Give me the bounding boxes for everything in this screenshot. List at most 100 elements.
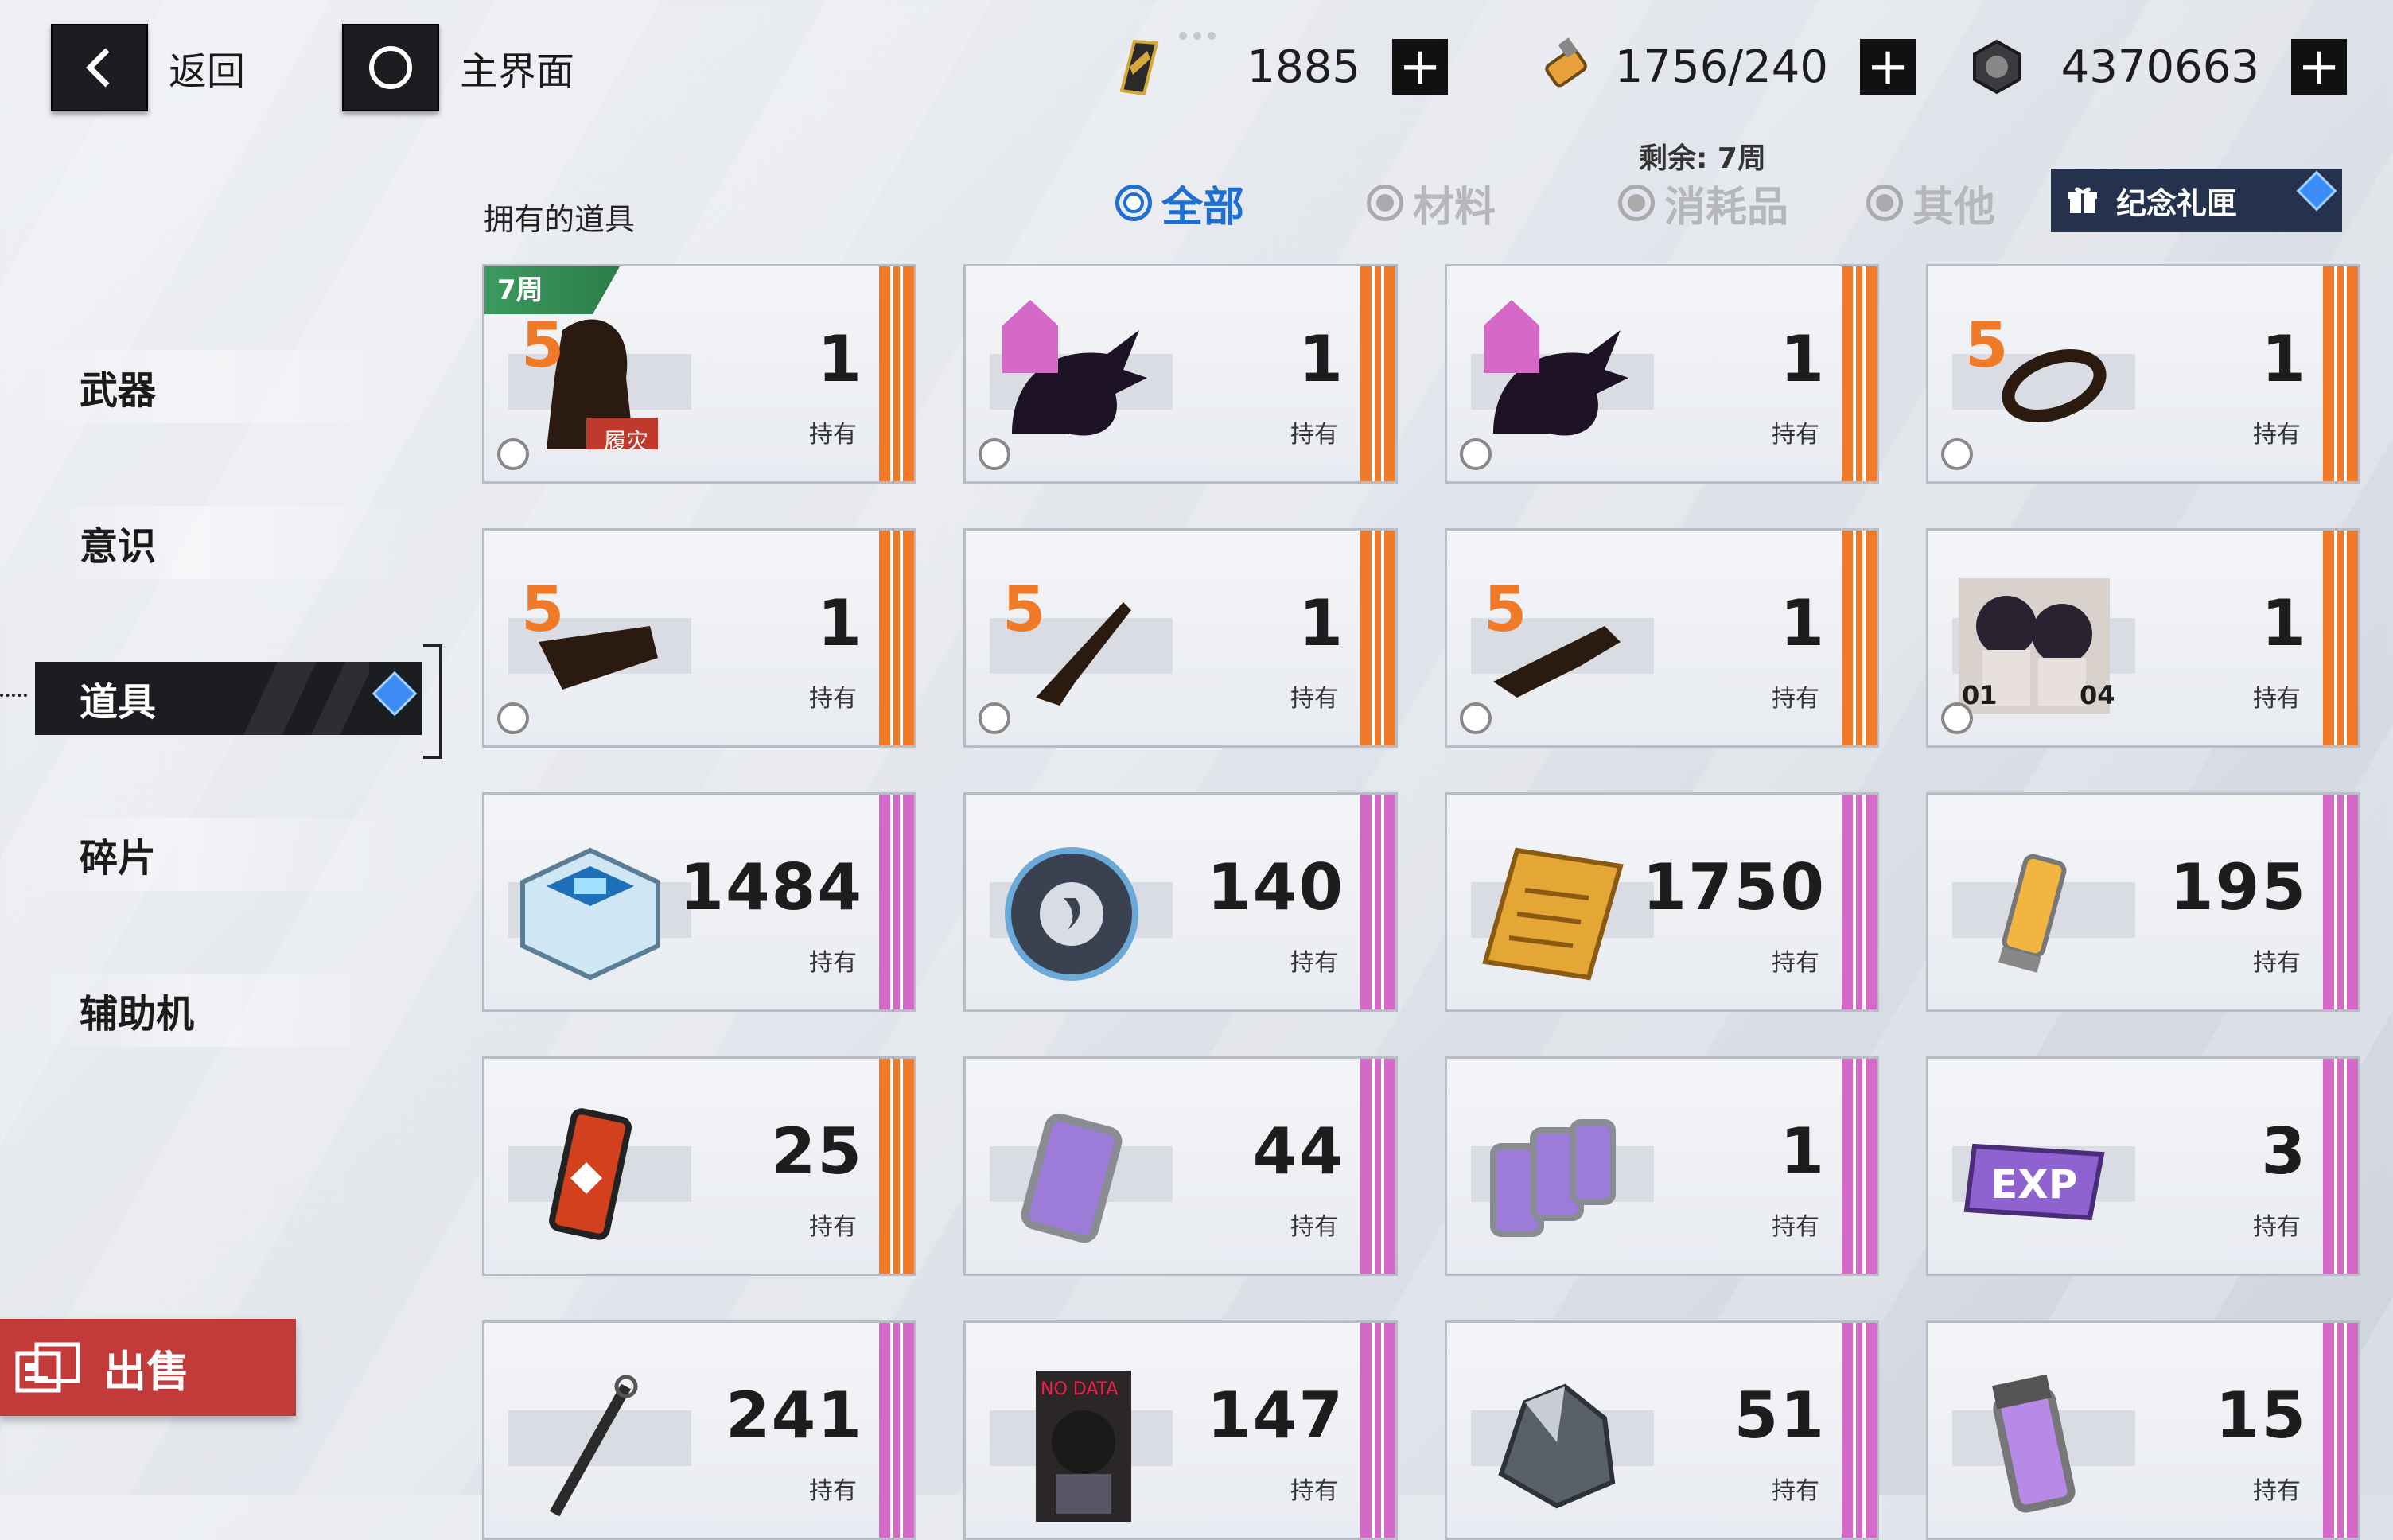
select-checkbox[interactable]	[1460, 438, 1492, 470]
item-card[interactable]: 25 持有	[482, 1056, 916, 1276]
rarity-band	[1360, 531, 1395, 745]
gift-icon	[2068, 187, 2097, 213]
black-card-icon	[1106, 35, 1169, 99]
add-black-card-button[interactable]: +	[1392, 39, 1448, 95]
select-checkbox[interactable]	[979, 702, 1010, 734]
select-checkbox[interactable]	[497, 702, 529, 734]
exp-card-icon: EXP	[1951, 1091, 2118, 1258]
select-checkbox[interactable]	[979, 438, 1010, 470]
select-checkbox[interactable]	[1941, 438, 1973, 470]
item-card[interactable]: 51持有	[1445, 528, 1879, 748]
resource-value: 1885	[1247, 41, 1360, 93]
sell-icon	[15, 1342, 80, 1393]
radio-icon	[1115, 185, 1152, 221]
sidebar-item-pets[interactable]: 辅助机	[35, 974, 417, 1047]
select-checkbox[interactable]	[497, 438, 529, 470]
hold-label: 持有	[809, 685, 857, 713]
sidebar-item-fragments[interactable]: 碎片	[35, 818, 417, 891]
hold-label: 持有	[1290, 421, 1338, 449]
remaining-time: 剩余: 7周	[1639, 142, 1766, 175]
gift-label: 纪念礼匣	[2116, 185, 2238, 221]
sidebar-item-items[interactable]: 道具	[35, 662, 422, 735]
purple-exp-cylinder-icon	[988, 1091, 1155, 1258]
rank-s-icon: 5	[521, 310, 565, 382]
hold-label: 持有	[2253, 421, 2301, 449]
owned-items-title: 拥有的道具	[484, 202, 636, 237]
item-card[interactable]: 1484 持有	[482, 792, 916, 1012]
serum-tube-icon	[1951, 826, 2118, 994]
item-card[interactable]: 241 持有	[482, 1320, 916, 1540]
back-button[interactable]: 返回	[51, 24, 245, 111]
item-quantity: 1	[1298, 322, 1344, 396]
sidebar-item-memory[interactable]: 意识	[35, 506, 417, 579]
select-checkbox[interactable]	[1460, 702, 1492, 734]
filter-materials[interactable]: 材料	[1367, 175, 1496, 231]
sidebar-item-label: 碎片	[80, 836, 157, 881]
add-coin-button[interactable]: +	[2291, 39, 2347, 95]
rarity-band	[1842, 795, 1877, 1009]
item-card[interactable]: EXP 3 持有	[1926, 1056, 2360, 1276]
hold-label: 持有	[2253, 1213, 2301, 1241]
item-card[interactable]: 51持有	[1445, 1320, 1879, 1540]
item-card[interactable]: 140 持有	[963, 792, 1398, 1012]
rarity-band	[1360, 1323, 1395, 1538]
filter-label: 其他	[1912, 183, 1996, 231]
item-card[interactable]: 44 持有	[963, 1056, 1398, 1276]
serum-vial-icon	[1534, 35, 1597, 99]
sell-button[interactable]: 出售	[0, 1319, 296, 1416]
hold-label: 持有	[2253, 685, 2301, 713]
filter-label: 消耗品	[1664, 183, 1789, 231]
home-circle-icon	[342, 24, 439, 111]
home-label: 主界面	[460, 49, 575, 94]
rarity-band	[1842, 531, 1877, 745]
rarity-band	[2323, 531, 2358, 745]
gift-box-button[interactable]: 纪念礼匣	[2051, 169, 2342, 232]
diamond-icon	[372, 671, 418, 717]
item-quantity: 3	[2261, 1114, 2307, 1188]
sidebar-item-weapons[interactable]: 武器	[35, 350, 417, 423]
resource-value: 1756/240	[1614, 41, 1828, 93]
add-serum-button[interactable]: +	[1860, 39, 1916, 95]
hold-label: 持有	[1290, 1213, 1338, 1241]
diamond-icon	[2296, 170, 2337, 212]
item-card[interactable]: 01 04 1 持有	[1926, 528, 2360, 748]
resource-value: 4370663	[2060, 41, 2259, 93]
item-quantity: 25	[771, 1114, 863, 1188]
item-card[interactable]: NO DATA 147 持有	[963, 1320, 1398, 1540]
item-card[interactable]: 1 持有	[963, 264, 1398, 484]
item-card[interactable]: 51持有	[482, 528, 916, 748]
select-checkbox[interactable]	[1941, 702, 1973, 734]
item-card[interactable]: 51持有	[1926, 264, 2360, 484]
rarity-band	[1360, 1059, 1395, 1274]
item-card[interactable]: 1 持有	[1445, 264, 1879, 484]
rank-s-icon: 5	[1484, 574, 1527, 646]
rank-s-icon: 5	[1002, 574, 1046, 646]
home-button[interactable]: 主界面	[342, 24, 574, 111]
item-card[interactable]: 1 持有	[1445, 1056, 1879, 1276]
radio-icon	[1866, 185, 1903, 221]
sell-label: 出售	[103, 1346, 189, 1397]
rarity-band	[2323, 266, 2358, 481]
rarity-band	[879, 1059, 914, 1274]
hold-label: 持有	[809, 421, 857, 449]
hold-label: 持有	[809, 1213, 857, 1241]
item-card[interactable]: 51持有	[963, 528, 1398, 748]
item-quantity: 1	[817, 586, 863, 660]
hold-label: 持有	[2253, 1477, 2301, 1505]
resource-coin: 4370663 +	[1965, 35, 2347, 99]
filter-all[interactable]: 全部	[1115, 175, 1244, 231]
filter-label: 材料	[1413, 183, 1496, 231]
rarity-band	[879, 1323, 914, 1538]
item-card[interactable]: 15 持有	[1926, 1320, 2360, 1540]
rarity-band	[2323, 795, 2358, 1009]
sidebar-indicator	[0, 694, 27, 700]
filter-label: 全部	[1161, 183, 1245, 231]
filter-other[interactable]: 其他	[1866, 175, 1995, 231]
item-card[interactable]: 1750 持有	[1445, 792, 1879, 1012]
item-card[interactable]: 5 履灾 7周 1 持有	[482, 264, 916, 484]
item-card[interactable]: 195 持有	[1926, 792, 2360, 1012]
item-quantity: 44	[1252, 1114, 1344, 1188]
resource-serum: 1756/240 +	[1534, 35, 1916, 99]
sidebar-item-label: 道具	[80, 680, 157, 725]
filter-consumables[interactable]: 消耗品	[1618, 175, 1788, 231]
